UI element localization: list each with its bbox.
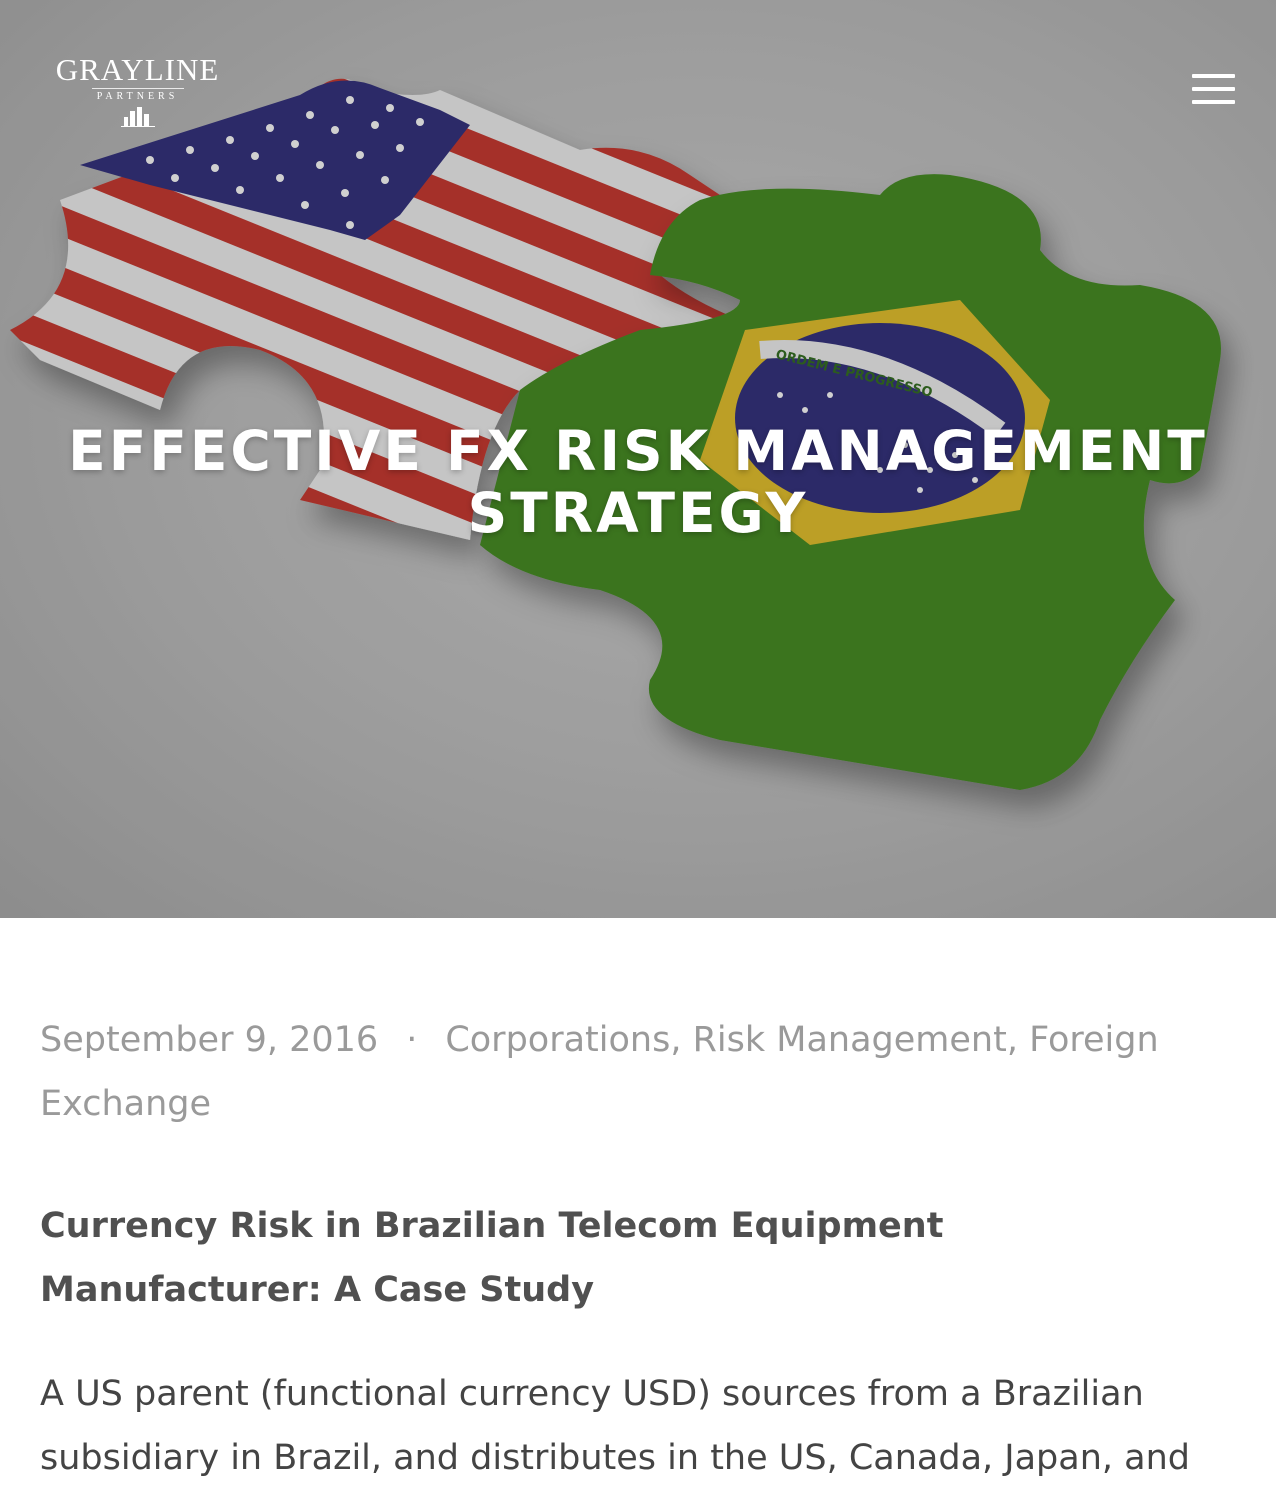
meta-separator: · xyxy=(406,1020,418,1060)
hero-banner: ORDEM E PROGRESSO GRAYLINE PARTNERS EFFE… xyxy=(0,0,1276,918)
post-body-paragraph: A US parent (functional currency USD) so… xyxy=(40,1374,1190,1478)
category-link-corporations[interactable]: Corporations xyxy=(445,1020,670,1060)
logo-tagline: PARTNERS xyxy=(91,88,184,102)
menu-line xyxy=(1192,100,1235,104)
brand-logo[interactable]: GRAYLINE PARTNERS xyxy=(50,54,225,127)
post-date: September 9, 2016 xyxy=(40,1020,379,1060)
buildings-icon xyxy=(120,107,155,127)
menu-line xyxy=(1192,74,1235,78)
post-subtitle: Currency Risk in Brazilian Telecom Equip… xyxy=(40,1206,944,1310)
category-link-risk-management[interactable]: Risk Management xyxy=(693,1020,1007,1060)
page-title: EFFECTIVE FX RISK MANAGEMENT STRATEGY xyxy=(68,419,1208,545)
logo-wordmark: GRAYLINE xyxy=(55,52,220,87)
menu-line xyxy=(1192,87,1235,91)
hamburger-menu-icon[interactable] xyxy=(1186,70,1240,110)
post-content: September 9, 2016 · Corporations, Risk Man… xyxy=(0,1008,1276,1490)
post-meta: September 9, 2016 · Corporations, Risk Man… xyxy=(40,1008,1236,1136)
